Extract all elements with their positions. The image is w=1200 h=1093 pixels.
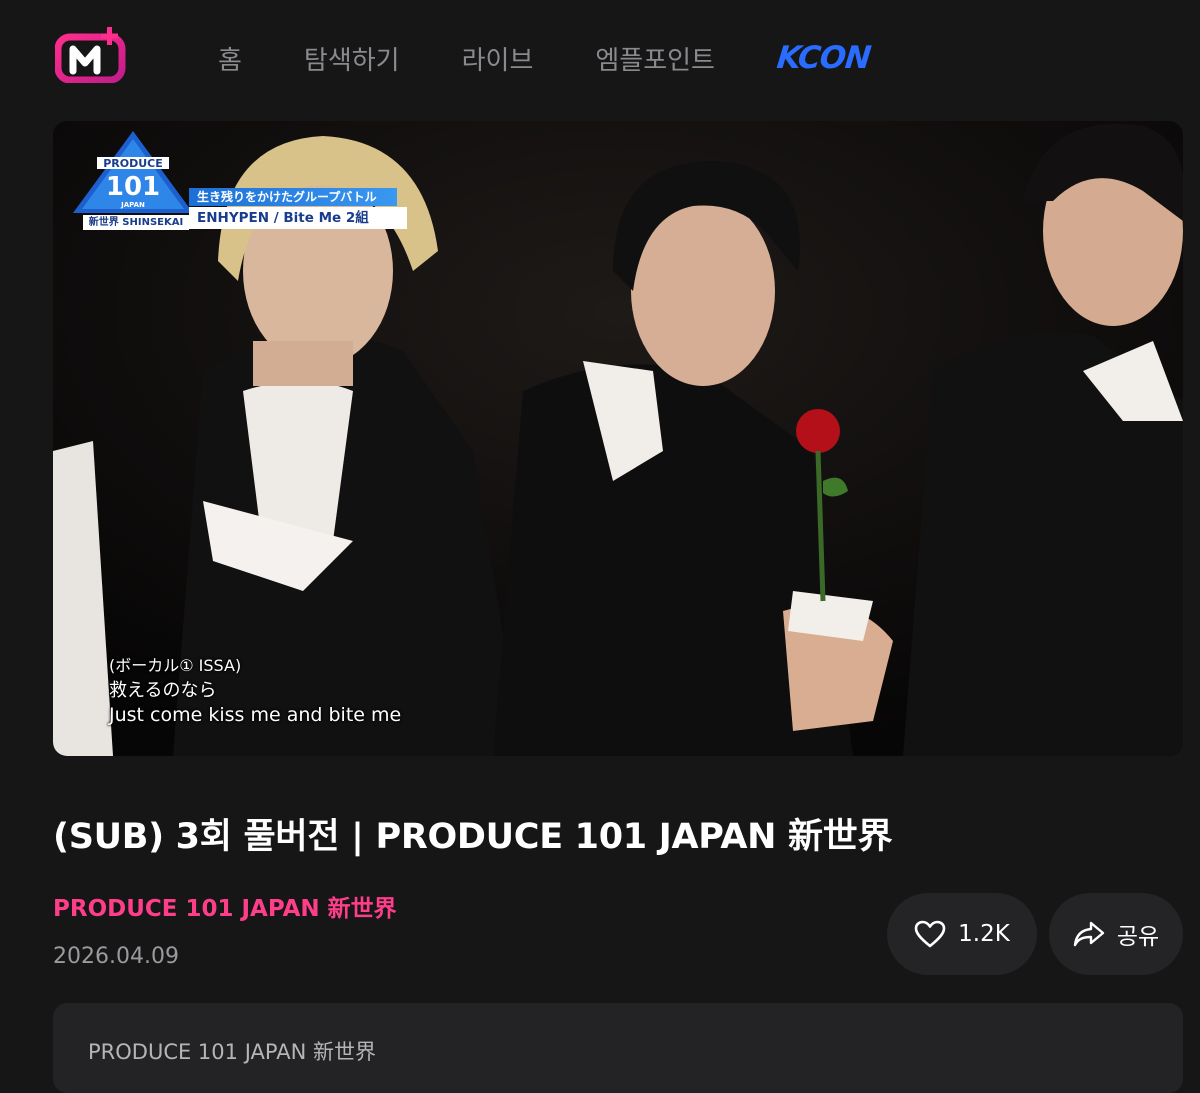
channel-link[interactable]: PRODUCE 101 JAPAN 新世界 [53,889,397,923]
video-subtitles: (ボーカル① ISSA) 救えるのなら Just come kiss me an… [109,653,401,728]
subtitle-line-1: (ボーカル① ISSA) [109,656,242,675]
description-card[interactable]: PRODUCE 101 JAPAN 新世界 [53,1003,1183,1093]
share-button[interactable]: 공유 [1049,893,1183,975]
badge-shinsekai: 新世界 SHINSEKAI [83,215,189,230]
badge-performance: ENHYPEN / Bite Me 2組 [189,207,407,229]
nav-home[interactable]: 홈 [218,40,242,77]
share-label: 공유 [1116,924,1160,950]
produce101-logo: PRODUCE 101 JAPAN [73,131,189,213]
nav-explore[interactable]: 탐색하기 [304,40,400,77]
nav-mplus-point[interactable]: 엠플포인트 [595,40,715,77]
badge-subtitle: 生き残りをかけたグループバトル [189,188,397,206]
video-player[interactable]: PRODUCE 101 JAPAN 新世界 SHINSEKAI 生き残りをかけた… [53,121,1183,756]
mnet-plus-logo[interactable] [55,27,133,83]
like-button[interactable]: 1.2K [887,893,1037,975]
share-icon [1073,920,1105,948]
subtitle-line-2: 救えるのなら [109,680,217,701]
nav-kcon[interactable]: KCON [775,40,872,76]
publish-date: 2026.04.09 [53,944,179,969]
top-header: 홈 탐색하기 라이브 엠플포인트 KCON [0,0,1200,115]
show-badge: PRODUCE 101 JAPAN 新世界 SHINSEKAI 生き残りをかけた… [69,131,407,230]
description-text: PRODUCE 101 JAPAN 新世界 [88,1040,376,1064]
video-title: (SUB) 3회 풀버전 | PRODUCE 101 JAPAN 新世界 [53,817,893,857]
japan-text: JAPAN [120,201,145,209]
main-nav: 홈 탐색하기 라이브 엠플포인트 KCON [218,38,872,78]
produce-text: PRODUCE [103,157,163,170]
heart-icon [914,920,946,948]
number-text: 101 [106,172,160,202]
subtitle-line-3: Just come kiss me and bite me [109,704,402,726]
like-count: 1.2K [958,921,1010,947]
nav-live[interactable]: 라이브 [462,40,534,77]
